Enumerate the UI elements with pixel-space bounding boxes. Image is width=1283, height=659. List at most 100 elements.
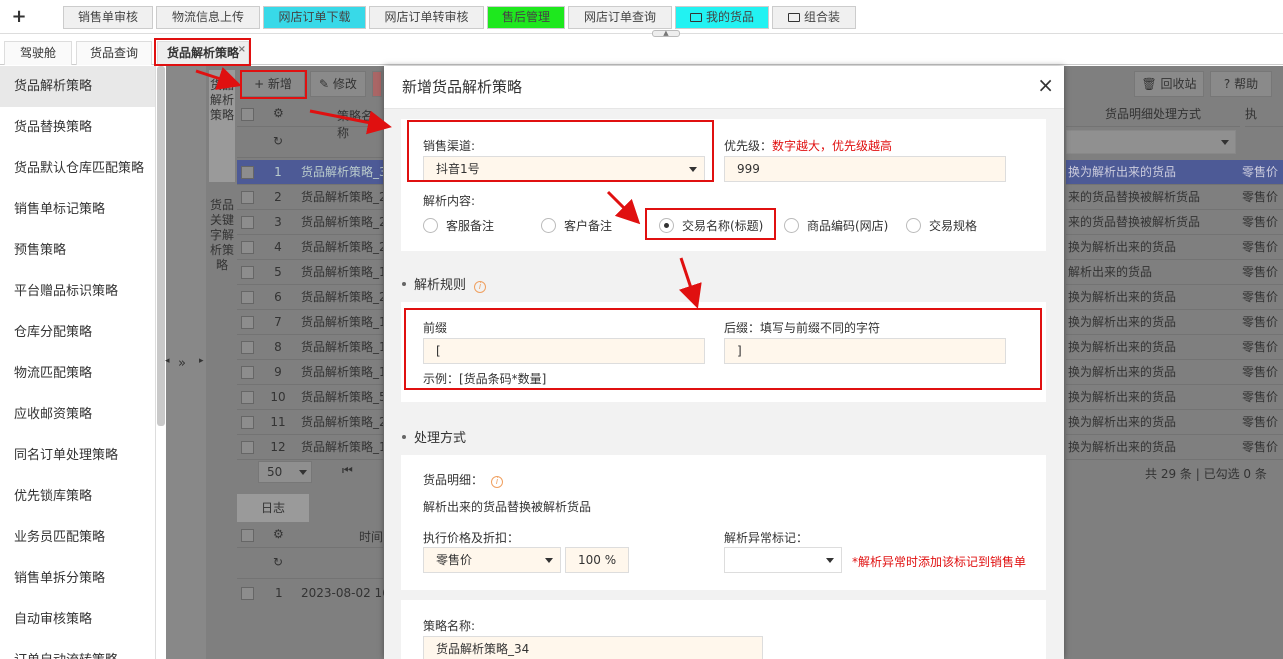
refresh-icon[interactable]: ↻: [273, 555, 283, 569]
delete-button[interactable]: [372, 71, 382, 97]
table-row-price[interactable]: 零售价: [1240, 160, 1283, 185]
abnormal-select[interactable]: [724, 547, 842, 573]
table-row-price[interactable]: 零售价: [1240, 335, 1283, 360]
log-row[interactable]: 1 2023-08-02 16: [237, 581, 390, 606]
sidebar-item-14[interactable]: 订单自动流转策略: [0, 640, 155, 659]
table-row-detail[interactable]: 换为解析出来的货品: [1066, 335, 1240, 360]
table-row-detail[interactable]: 解析出来的货品: [1066, 260, 1240, 285]
radio-cs-note[interactable]: 客服备注: [423, 218, 494, 234]
log-tab[interactable]: 日志: [237, 494, 309, 522]
right-arrow-icon[interactable]: ▸: [199, 356, 205, 366]
table-row-price[interactable]: 零售价: [1240, 260, 1283, 285]
table-row[interactable]: 3 货品解析策略_2: [237, 210, 383, 235]
table-row-detail[interactable]: 换为解析出来的货品: [1066, 435, 1240, 460]
table-row-detail[interactable]: 换为解析出来的货品: [1066, 235, 1240, 260]
edit-button[interactable]: ✎ 修改: [310, 71, 366, 97]
table-row[interactable]: 8 货品解析策略_1: [237, 335, 383, 360]
price-select[interactable]: 零售价: [423, 547, 561, 573]
sidebar-item-7[interactable]: 物流匹配策略: [0, 353, 155, 394]
sidebar-item-13[interactable]: 自动审核策略: [0, 599, 155, 640]
row-checkbox[interactable]: [241, 391, 254, 404]
radio-customer-note[interactable]: 客户备注: [541, 218, 612, 234]
table-row-price[interactable]: 零售价: [1240, 310, 1283, 335]
table-row-price[interactable]: 零售价: [1240, 235, 1283, 260]
sidebar-scrollbar[interactable]: [157, 66, 165, 426]
radio-trade-spec[interactable]: 交易规格: [906, 218, 977, 234]
table-row[interactable]: 9 货品解析策略_1: [237, 360, 383, 385]
table-row-price[interactable]: 零售价: [1240, 435, 1283, 460]
priority-input[interactable]: 999: [724, 156, 1006, 182]
table-row-detail[interactable]: 换为解析出来的货品: [1066, 410, 1240, 435]
sidebar-item-4[interactable]: 预售策略: [0, 230, 155, 271]
table-row[interactable]: 4 货品解析策略_2: [237, 235, 383, 260]
row-checkbox[interactable]: [241, 316, 254, 329]
row-checkbox[interactable]: [241, 241, 254, 254]
discount-input[interactable]: 100 %: [565, 547, 629, 573]
refresh-icon[interactable]: ↻: [273, 134, 283, 148]
gear-icon[interactable]: ⚙: [273, 527, 284, 541]
row-checkbox[interactable]: [241, 266, 254, 279]
table-row-detail[interactable]: 换为解析出来的货品: [1066, 360, 1240, 385]
table-row-price[interactable]: 零售价: [1240, 410, 1283, 435]
sidebar-item-8[interactable]: 应收邮资策略: [0, 394, 155, 435]
recycle-button[interactable]: 🗑 回收站: [1134, 71, 1204, 97]
table-row-detail[interactable]: 换为解析出来的货品: [1066, 285, 1240, 310]
table-row[interactable]: 5 货品解析策略_1: [237, 260, 383, 285]
table-row[interactable]: 12 货品解析策略_1: [237, 435, 383, 460]
vertical-tab-1[interactable]: 货品解析策略: [209, 70, 235, 182]
table-row-price[interactable]: 零售价: [1240, 360, 1283, 385]
table-row-detail[interactable]: 换为解析出来的货品: [1066, 385, 1240, 410]
row-checkbox[interactable]: [241, 216, 254, 229]
top-tab-2[interactable]: 物流信息上传: [156, 6, 260, 29]
help-button[interactable]: ? 帮助: [1210, 71, 1272, 97]
subtab-cockpit[interactable]: 驾驶舱: [4, 41, 72, 65]
top-tab-1[interactable]: 销售单审核: [63, 6, 153, 29]
row-checkbox[interactable]: [241, 441, 254, 454]
row-checkbox[interactable]: [241, 366, 254, 379]
table-row[interactable]: 2 货品解析策略_2: [237, 185, 383, 210]
detail-filter-select[interactable]: [1066, 130, 1236, 154]
sidebar-item-11[interactable]: 业务员匹配策略: [0, 517, 155, 558]
info-icon[interactable]: i: [474, 281, 487, 293]
table-row[interactable]: 1 货品解析策略_3: [237, 160, 383, 185]
radio-goods-code[interactable]: 商品编码(网店): [784, 218, 888, 234]
table-row-price[interactable]: 零售价: [1240, 385, 1283, 410]
collapse-up-icon[interactable]: ▲: [652, 30, 680, 37]
top-tab-7[interactable]: 我的货品: [675, 6, 769, 29]
log-select-all-checkbox[interactable]: [241, 529, 254, 542]
name-input[interactable]: 货品解析策略_34: [423, 636, 763, 659]
table-row-detail[interactable]: 来的货品替换被解析货品: [1066, 185, 1240, 210]
sidebar-item-9[interactable]: 同名订单处理策略: [0, 435, 155, 476]
top-tab-5[interactable]: 售后管理: [487, 6, 565, 29]
collapse-icon[interactable]: »: [178, 356, 186, 371]
table-row[interactable]: 10 货品解析策略_5: [237, 385, 383, 410]
sidebar-item-12[interactable]: 销售单拆分策略: [0, 558, 155, 599]
sidebar-item-6[interactable]: 仓库分配策略: [0, 312, 155, 353]
info-icon[interactable]: i: [491, 476, 504, 488]
row-checkbox[interactable]: [241, 291, 254, 304]
sidebar-item-0[interactable]: 货品解析策略: [0, 66, 155, 107]
first-page-icon[interactable]: ⏮: [342, 463, 353, 478]
row-checkbox[interactable]: [241, 166, 254, 179]
top-tab-8[interactable]: 组合装: [772, 6, 856, 29]
select-all-checkbox[interactable]: [241, 108, 254, 121]
gear-icon[interactable]: ⚙: [273, 106, 284, 120]
top-tab-4[interactable]: 网店订单转审核: [369, 6, 484, 29]
close-icon[interactable]: ×: [1037, 73, 1054, 97]
sidebar-item-2[interactable]: 货品默认仓库匹配策略: [0, 148, 155, 189]
subtab-goods-query[interactable]: 货品查询: [76, 41, 152, 65]
table-row-detail[interactable]: 来的货品替换被解析货品: [1066, 210, 1240, 235]
left-arrow-icon[interactable]: ◂: [165, 356, 171, 366]
table-row[interactable]: 7 货品解析策略_1: [237, 310, 383, 335]
table-row-detail[interactable]: 换为解析出来的货品: [1066, 310, 1240, 335]
table-row-price[interactable]: 零售价: [1240, 185, 1283, 210]
top-tab-6[interactable]: 网店订单查询: [568, 6, 672, 29]
table-row[interactable]: 11 货品解析策略_2: [237, 410, 383, 435]
row-checkbox[interactable]: [241, 416, 254, 429]
add-tab-icon[interactable]: +: [8, 6, 30, 28]
row-checkbox[interactable]: [241, 341, 254, 354]
log-row-checkbox[interactable]: [241, 587, 254, 600]
sidebar-item-5[interactable]: 平台赠品标识策略: [0, 271, 155, 312]
table-row[interactable]: 6 货品解析策略_2: [237, 285, 383, 310]
page-size-select[interactable]: 50: [258, 461, 312, 483]
